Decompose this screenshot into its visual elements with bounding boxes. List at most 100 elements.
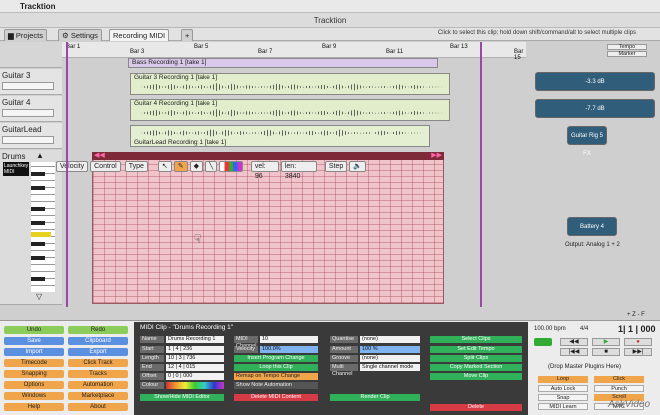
eraser-tool-icon[interactable]: ◆	[189, 161, 204, 172]
snapping-button[interactable]: Snapping	[4, 370, 64, 378]
audio-clip[interactable]: GuitarLead Recording 1 [take 1]	[130, 125, 430, 147]
record-mode-icon[interactable]	[534, 338, 552, 346]
track-input-box[interactable]	[2, 109, 54, 117]
export-button[interactable]: Export	[68, 348, 128, 356]
tempo-button[interactable]: Tempo	[607, 44, 647, 50]
windows-button[interactable]: Windows	[4, 392, 64, 400]
import-button[interactable]: Import	[4, 348, 64, 356]
delete-midi-button[interactable]: Delete MIDI Content	[234, 394, 318, 401]
add-tab-button[interactable]: +	[181, 29, 193, 41]
track-guitar4[interactable]: Guitar 4	[0, 96, 62, 122]
copy-marked-button[interactable]: Copy Marked Section	[430, 364, 522, 371]
save-button[interactable]: Save	[4, 337, 64, 345]
punch-toggle[interactable]: Punch	[594, 385, 644, 392]
remap-toggle[interactable]: Remap on Tempo Change	[234, 373, 318, 380]
tab-settings[interactable]: ⚙ Settings	[58, 29, 102, 41]
pointer-tool-icon[interactable]: ↖	[157, 161, 172, 172]
pencil-tool-icon[interactable]: ✎	[173, 161, 188, 172]
stop-button[interactable]: ■	[592, 348, 620, 356]
forward-icon[interactable]: ▶▶	[431, 151, 442, 159]
time-signature[interactable]: 4/4	[580, 326, 588, 332]
midi-editor-grid[interactable]	[92, 152, 444, 304]
step-button[interactable]: Step	[324, 161, 348, 172]
select-clips-button[interactable]: Select Clips	[430, 336, 522, 343]
click-track-button[interactable]: Click Track	[68, 359, 128, 367]
multi-channel-select[interactable]: Single channel mode	[360, 364, 420, 371]
plugin-volume[interactable]: -7.7 dB	[535, 99, 655, 118]
tracks-button[interactable]: Tracks	[68, 370, 128, 378]
plugin-battery[interactable]: Battery 4	[567, 217, 617, 236]
automation-button[interactable]: Automation	[68, 381, 128, 389]
start-field[interactable]: 1 | 4 | 236	[166, 346, 224, 353]
show-midi-editor-button[interactable]: Show/Hide MIDI Editor	[140, 394, 224, 401]
quantise-select[interactable]: (none)	[360, 336, 420, 343]
track-input-box[interactable]	[2, 136, 54, 144]
undo-button[interactable]: Undo	[4, 326, 64, 334]
groove-select[interactable]: (none)	[360, 355, 420, 362]
length-field[interactable]: 10 | 3 | 736	[166, 355, 224, 362]
velocity-button[interactable]: Velocity	[56, 161, 89, 172]
marker-line	[480, 42, 482, 307]
to-end-button[interactable]: ▶▶|	[624, 348, 652, 356]
move-clip-button[interactable]: Move Clip	[430, 373, 522, 380]
plugin-volume[interactable]: -3.3 dB	[535, 72, 655, 91]
marker-button[interactable]: Marker	[607, 51, 647, 57]
scroll-down-icon[interactable]: ▽	[36, 292, 42, 301]
options-button[interactable]: Options	[4, 381, 64, 389]
loop-toggle[interactable]: Loop	[538, 376, 588, 383]
midi-channel-field[interactable]: 10	[260, 336, 318, 343]
rewind-icon[interactable]: ◀◀	[94, 151, 105, 159]
name-field[interactable]: Drums Recording 1	[166, 336, 224, 343]
amount-field[interactable]: 100 %	[360, 346, 420, 353]
midi-input-box[interactable]: Launchkey MIDI	[3, 162, 29, 176]
tab-edit[interactable]: Recording MIDI	[109, 29, 170, 41]
marketplace-button[interactable]: Marketplace	[68, 392, 128, 400]
piano-keys[interactable]	[31, 162, 55, 292]
audio-clip[interactable]: Guitar 3 Recording 1 [take 1]	[130, 73, 450, 95]
click-toggle[interactable]: Click	[594, 376, 644, 383]
tempo-display[interactable]: 100.00 bpm	[534, 326, 566, 332]
split-clips-button[interactable]: Split Clips	[430, 355, 522, 362]
timecode-button[interactable]: Timecode	[4, 359, 64, 367]
bass-clip[interactable]: Bass Recording 1 [take 1]	[128, 58, 438, 68]
app-menu[interactable]: Tracktion	[20, 2, 56, 11]
render-clip-button[interactable]: Render Clip	[330, 394, 420, 401]
loop-clip-button[interactable]: Loop this Clip	[234, 364, 318, 371]
snap-toggle[interactable]: Snap	[538, 394, 588, 401]
to-start-button[interactable]: |◀◀	[560, 348, 588, 356]
show-automation-toggle[interactable]: Show Note Automation	[234, 382, 318, 389]
help-button[interactable]: Help	[4, 403, 64, 411]
midi-learn-toggle[interactable]: MIDI Learn	[538, 403, 588, 410]
control-button[interactable]: Control	[90, 161, 121, 172]
clipboard-button[interactable]: Clipboard	[68, 337, 128, 345]
about-button[interactable]: About	[68, 403, 128, 411]
type-button[interactable]: Type	[124, 161, 148, 172]
delete-button[interactable]: Delete	[430, 404, 522, 411]
offset-field[interactable]: 0 | 0 | 000	[166, 373, 224, 380]
color-palette[interactable]	[219, 161, 243, 172]
track-input-box[interactable]	[2, 82, 54, 90]
insert-program-button[interactable]: Insert Program Change	[234, 355, 318, 362]
track-guitarlead[interactable]: GuitarLead	[0, 123, 62, 149]
record-button[interactable]: ●	[624, 338, 652, 346]
set-edit-tempo-button[interactable]: Set Edit Tempo	[430, 346, 522, 353]
redo-button[interactable]: Redo	[68, 326, 128, 334]
rewind-button[interactable]: ◀◀	[560, 338, 588, 346]
auto-lock-toggle[interactable]: Auto Lock	[538, 385, 588, 392]
tab-projects[interactable]: ▆ Projects	[4, 29, 47, 41]
audio-clip[interactable]: Guitar 4 Recording 1 [take 1]	[130, 99, 450, 121]
track-guitar3[interactable]: Guitar 3	[0, 69, 62, 95]
timeline-ruler[interactable]: Bar 1 Bar 3 Bar 5 Bar 7 Bar 9 Bar 11 Bar…	[62, 42, 526, 61]
master-plugins-drop[interactable]: (Drop Master Plugins Here)	[548, 364, 621, 370]
speaker-icon[interactable]: 🔈	[349, 161, 366, 172]
line-tool-icon[interactable]: ╲	[205, 161, 218, 172]
play-button[interactable]: ▶	[592, 338, 620, 346]
colour-picker[interactable]	[166, 382, 224, 389]
midi-clip-header[interactable]: ◀◀ ▶▶	[92, 152, 444, 160]
velocity-field[interactable]: 100.0%	[260, 346, 318, 353]
plugin-guitar-rig[interactable]: Guitar Rig 5 FX	[567, 126, 607, 157]
scroll-up-icon[interactable]: ▲	[36, 151, 44, 160]
end-field[interactable]: 12 | 4 | 015	[166, 364, 224, 371]
plugin-panel: Tempo Marker -3.3 dB -7.7 dB Guitar Rig …	[527, 42, 660, 318]
zoom-controls[interactable]: + Z - F	[627, 312, 645, 318]
